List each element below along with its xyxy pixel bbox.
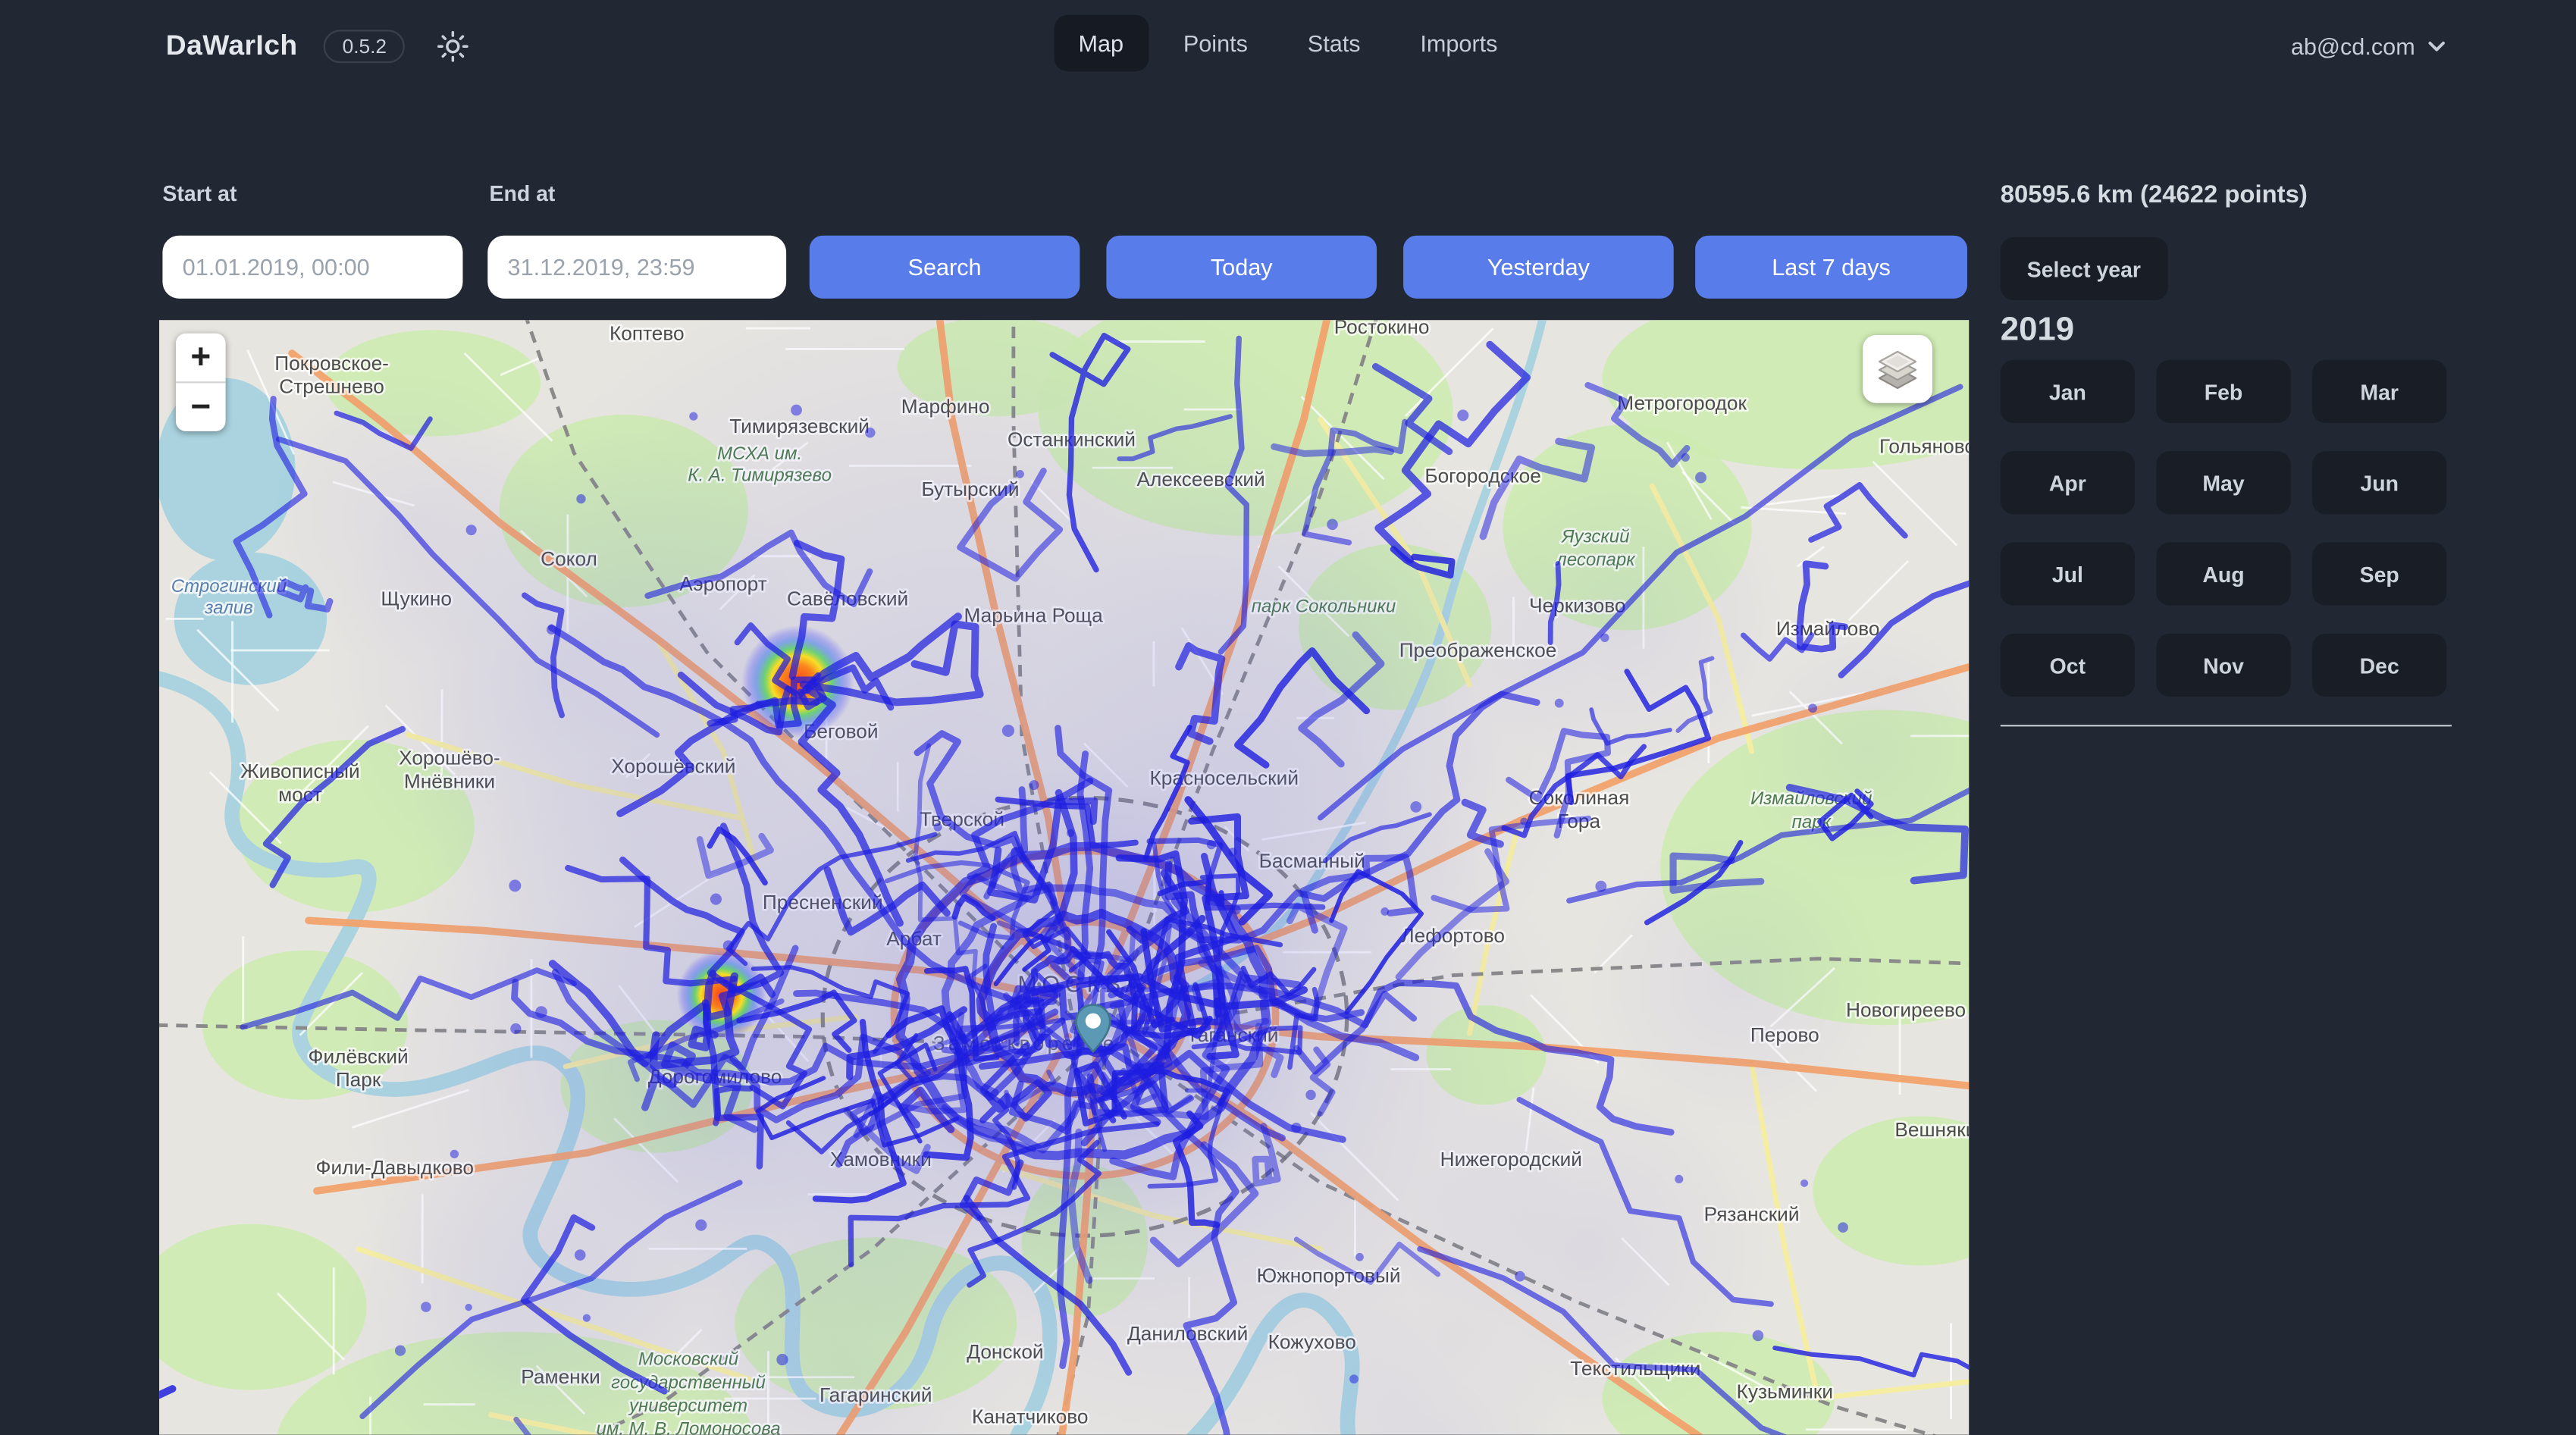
svg-text:Строгинский: Строгинский [171,576,287,597]
svg-text:Гольяново: Гольяново [1879,434,1969,457]
month-sep-button[interactable]: Sep [2312,542,2446,605]
map-canvas[interactable]: Покровское-СтрешневоКоптевоМарфиноТимиря… [159,320,1969,1434]
month-mar-button[interactable]: Mar [2312,360,2446,423]
sidebar-divider [2001,725,2452,726]
month-may-button[interactable]: May [2156,451,2290,514]
month-jun-button[interactable]: Jun [2312,451,2446,514]
month-jan-button[interactable]: Jan [2001,360,2135,423]
select-year-button[interactable]: Select year [2001,237,2167,300]
svg-text:залив: залив [204,598,253,619]
year-heading: 2019 [2001,312,2074,349]
chevron-down-icon [2427,36,2446,56]
header: DaWarIch 0.5.2 Map Points Stats Imports … [0,0,2576,93]
zoom-out-button[interactable]: − [176,383,226,431]
user-email: ab@cd.com [2291,33,2415,60]
zoom-in-button[interactable]: + [176,334,226,381]
user-menu[interactable]: ab@cd.com [2291,0,2447,93]
tab-points[interactable]: Points [1158,15,1273,71]
svg-text:Вешняки: Вешняки [1894,1118,1969,1141]
start-at-input[interactable] [162,236,462,299]
sun-icon[interactable] [431,25,475,68]
map-pin[interactable] [1075,1004,1111,1054]
version-badge: 0.5.2 [324,30,406,63]
month-nov-button[interactable]: Nov [2156,634,2290,697]
month-apr-button[interactable]: Apr [2001,451,2135,514]
yesterday-button[interactable]: Yesterday [1403,236,1674,299]
svg-text:Кузьминки: Кузьминки [1737,1380,1833,1403]
month-aug-button[interactable]: Aug [2156,542,2290,605]
month-jul-button[interactable]: Jul [2001,542,2135,605]
end-at-label: End at [489,180,555,205]
today-button[interactable]: Today [1106,236,1377,299]
last-7-days-button[interactable]: Last 7 days [1695,236,1967,299]
tab-stats[interactable]: Stats [1283,15,1385,71]
month-feb-button[interactable]: Feb [2156,360,2290,423]
map-zoom-control: + − [176,334,226,431]
app: DaWarIch 0.5.2 Map Points Stats Imports … [0,0,2576,1435]
svg-text:Покровское-: Покровское- [274,352,389,374]
layers-icon[interactable] [1863,335,1932,403]
svg-text:Ростокино: Ростокино [1334,320,1430,338]
main-nav: Map Points Stats Imports [1054,15,1523,71]
month-oct-button[interactable]: Oct [2001,634,2135,697]
tab-imports[interactable]: Imports [1396,15,1523,71]
start-at-label: Start at [162,180,237,205]
distance-stats: 80595.6 km (24622 points) [2001,180,2308,208]
app-logo[interactable]: DaWarIch [166,30,298,63]
month-grid: Jan Feb Mar Apr May Jun Jul Aug Sep Oct … [2001,360,2447,697]
month-dec-button[interactable]: Dec [2312,634,2446,697]
search-button[interactable]: Search [810,236,1080,299]
end-at-input[interactable] [487,236,786,299]
tab-map[interactable]: Map [1054,15,1149,71]
svg-text:Метрогородок: Метрогородок [1617,391,1747,414]
